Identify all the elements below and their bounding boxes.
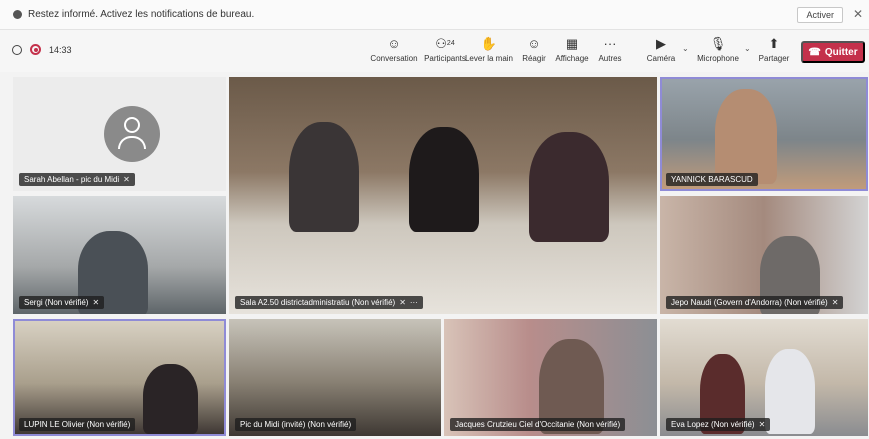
mic-off-icon: ✕ [758, 420, 766, 429]
quit-button[interactable]: ☎ Quitter [801, 41, 865, 63]
microphone-button[interactable]: 🎙 Microphone [692, 34, 744, 68]
people-icon: ⚇ [435, 36, 447, 51]
chevron-down-icon[interactable]: ⌄ [682, 44, 689, 53]
participant-count: 24 [446, 40, 455, 47]
participant-name-tag: LUPIN LE Olivier (Non vérifié) [19, 418, 136, 431]
participant-name-tag: Sala A2.50 districtadministratiu (Non vé… [235, 296, 423, 309]
meeting-toolbar: 14:33 ☺ Conversation ⚇24 Participants ✋ … [0, 30, 869, 72]
mic-off-icon: ✕ [92, 298, 100, 307]
video-tile[interactable]: LUPIN LE Olivier (Non vérifié) [13, 319, 226, 436]
video-tile[interactable]: Sarah Abellan - pic du Midi ✕ [13, 77, 226, 191]
notification-message: Restez informé. Activez les notification… [28, 9, 255, 20]
participant-figure [409, 127, 479, 232]
activate-notifications-button[interactable]: Activer [797, 7, 843, 23]
participant-figure [765, 349, 815, 434]
more-icon: ··· [409, 298, 418, 307]
video-tile[interactable]: Eva Lopez (Non vérifié) ✕ [660, 319, 868, 436]
participant-name-tag: YANNICK BARASCUD [666, 173, 758, 186]
more-button[interactable]: ··· Autres [584, 34, 636, 68]
mic-off-icon: ✕ [831, 298, 839, 307]
participant-figure [715, 89, 777, 184]
participant-figure [289, 122, 359, 232]
more-icon: ··· [603, 36, 617, 51]
chat-button[interactable]: ☺ Conversation [368, 34, 420, 68]
camera-icon: ▶ [656, 36, 666, 51]
avatar-icon [104, 106, 160, 162]
notification-bar: Restez informé. Activez les notification… [0, 0, 869, 30]
participant-name-tag: Pic du Midi (invité) (Non vérifié) [235, 418, 357, 431]
shield-icon [12, 44, 22, 55]
video-tile[interactable]: YANNICK BARASCUD [660, 77, 868, 191]
participant-name-tag: Sergi (Non vérifié) ✕ [19, 296, 105, 309]
mic-off-icon: ✕ [123, 175, 130, 184]
recording-icon [30, 44, 41, 55]
camera-button[interactable]: ▶ Caméra [635, 34, 687, 68]
participant-name-tag: Sarah Abellan - pic du Midi ✕ [19, 173, 135, 186]
video-tile[interactable]: Sala A2.50 districtadministratiu (Non vé… [229, 77, 657, 314]
video-tile[interactable]: Sergi (Non vérifié) ✕ [13, 196, 226, 314]
participant-name-tag: Eva Lopez (Non vérifié) ✕ [666, 418, 771, 431]
participant-figure [529, 132, 609, 242]
info-icon [13, 10, 22, 19]
phone-icon: ☎ [808, 46, 821, 58]
participant-name-tag: Jepo Naudi (Govern d'Andorra) (Non vérif… [666, 296, 844, 309]
chat-icon: ☺ [387, 36, 401, 51]
share-icon: ⬆ [768, 36, 780, 51]
video-tile[interactable]: Jepo Naudi (Govern d'Andorra) (Non vérif… [660, 196, 868, 314]
participant-name-tag: Jacques Crutzieu Ciel d'Occitanie (Non v… [450, 418, 626, 431]
share-button[interactable]: ⬆ Partager [748, 34, 800, 68]
close-icon[interactable]: ✕ [853, 7, 863, 21]
video-tile[interactable]: Jacques Crutzieu Ciel d'Occitanie (Non v… [444, 319, 657, 436]
meeting-timer: 14:33 [49, 44, 72, 55]
mic-off-icon: ✕ [399, 298, 406, 307]
video-tile[interactable]: Pic du Midi (invité) (Non vérifié) [229, 319, 441, 436]
participant-figure [143, 364, 198, 434]
microphone-icon: 🎙 [709, 36, 727, 51]
